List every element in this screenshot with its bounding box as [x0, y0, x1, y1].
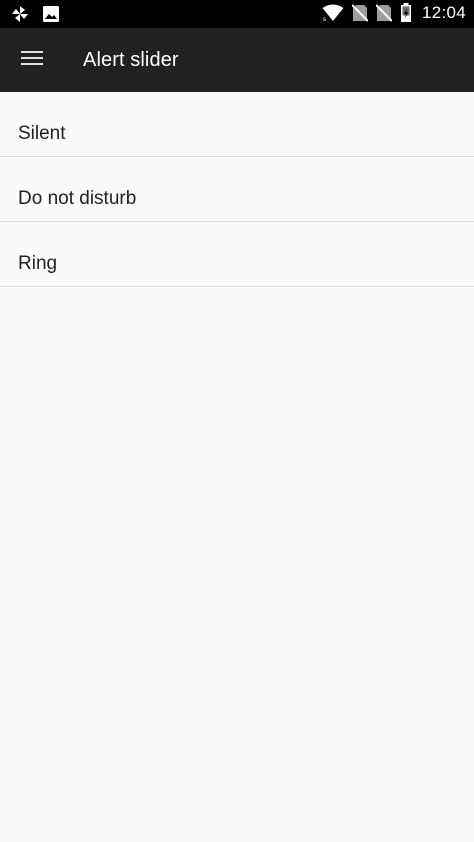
svg-text:s: s [323, 16, 326, 22]
page-title: Alert slider [83, 49, 179, 71]
list-item-label: Ring [18, 253, 58, 274]
image-icon [42, 5, 60, 23]
status-bar-system: s 12:04 [322, 3, 466, 23]
list-item-label: Do not disturb [18, 188, 137, 209]
status-bar-notifications [10, 4, 60, 24]
list-item-do-not-disturb[interactable]: Do not disturb [0, 157, 474, 222]
wifi-icon: s [322, 4, 344, 22]
alert-slider-options-list: Silent Do not disturb Ring [0, 92, 474, 287]
status-bar: s 12:04 [0, 0, 474, 28]
hamburger-menu-icon [21, 50, 43, 71]
no-sim-icon [375, 4, 392, 22]
status-bar-clock: 12:04 [421, 3, 466, 22]
list-item-label: Silent [18, 123, 66, 144]
list-item-silent[interactable]: Silent [0, 92, 474, 157]
list-item-ring[interactable]: Ring [0, 222, 474, 287]
battery-charging-icon [400, 3, 412, 23]
no-sim-icon [351, 4, 368, 22]
navigation-menu-button[interactable] [14, 42, 50, 78]
app-bar: Alert slider [0, 28, 474, 92]
pinwheel-icon [10, 4, 30, 24]
